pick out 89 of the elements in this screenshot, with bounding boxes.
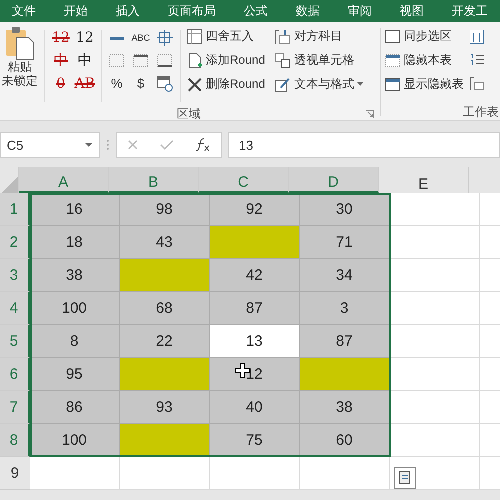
window-icon [385, 54, 401, 68]
row-header[interactable]: 9 [0, 457, 30, 490]
ribbon-button[interactable]: 透视单元格 [273, 50, 366, 71]
row-header[interactable]: 3 [0, 259, 30, 292]
table-cell: 95 [30, 358, 120, 391]
menu-tab[interactable]: 页面布局 [168, 2, 216, 20]
ribbon-button[interactable]: 添加Round [185, 50, 268, 71]
glyph-button[interactable]: 12 [49, 30, 73, 46]
menu-tab[interactable]: 数据 [296, 2, 320, 20]
caret-icon [85, 142, 93, 148]
row-header[interactable]: 2 [0, 226, 30, 259]
table-cell: 38 [300, 391, 390, 424]
column-header[interactable]: A [19, 167, 109, 193]
align-center-icon[interactable] [157, 30, 173, 46]
menu-tab[interactable]: 插入 [116, 2, 140, 20]
table-cell: 22 [120, 325, 210, 358]
checkbox-icon [385, 30, 401, 44]
table-cell: 100 [30, 292, 120, 325]
name-box[interactable]: C5 [0, 132, 100, 158]
column-header[interactable]: C [199, 167, 289, 193]
table-cell: 40 [210, 391, 300, 424]
ribbon-button[interactable]: 隐藏本表 [383, 50, 466, 71]
table-cell: 16 [30, 193, 120, 226]
ribbon-button[interactable]: 文本与格式 [273, 74, 366, 95]
menu-tab[interactable]: 公式 [244, 2, 268, 20]
function-icon[interactable] [194, 138, 211, 152]
ribbon-button[interactable]: 同步选区 [383, 26, 466, 47]
table-cell: 42 [210, 259, 300, 292]
row-header[interactable]: 8 [0, 424, 30, 457]
table-cell: 13 [210, 325, 300, 358]
column-header[interactable]: B [109, 167, 199, 193]
glyph-button[interactable]: 12 [73, 30, 97, 46]
ribbon-button[interactable]: 显示隐藏表 [383, 74, 466, 95]
table-cell: 68 [120, 292, 210, 325]
group-label: 工作表 [463, 105, 499, 119]
column-header[interactable]: D [289, 167, 379, 193]
table-cell: 43 [120, 226, 210, 259]
table-cell: 71 [300, 226, 390, 259]
menu-tab[interactable]: 开始 [64, 2, 88, 20]
glyph-button[interactable]: AB [73, 76, 97, 92]
row-header[interactable]: 1 [0, 193, 30, 226]
dialog-launcher-icon[interactable] [366, 110, 374, 118]
table-cell: 93 [120, 391, 210, 424]
glyph-button[interactable]: 中 [49, 52, 73, 70]
format-button[interactable]: ABC [132, 32, 150, 42]
calendar-clock-icon[interactable] [157, 76, 173, 92]
glyph-button[interactable]: 中 [73, 52, 97, 70]
table-cell: 30 [300, 193, 390, 226]
ribbon-button[interactable]: 对方科目 [273, 26, 366, 47]
group-label: 区域 [177, 107, 201, 121]
pencil-table-icon [275, 76, 292, 92]
ribbon-button[interactable]: 四舍五入 [185, 26, 268, 47]
format-button[interactable]: % [111, 76, 123, 91]
table-cell: 34 [300, 259, 390, 292]
table-cell: 18 [30, 226, 120, 259]
table-cell: 60 [300, 424, 390, 457]
table-cell: 100 [30, 424, 120, 457]
row-header[interactable]: 7 [0, 391, 30, 424]
format-button[interactable]: $ [137, 76, 145, 91]
table-cell: 38 [30, 259, 120, 292]
paste-options-icon[interactable] [394, 467, 416, 489]
formula-input[interactable]: 13 [228, 132, 500, 158]
delete-icon [187, 76, 203, 92]
table-cell: 98 [120, 193, 210, 226]
table-cell: 8 [30, 325, 120, 358]
ribbon-button[interactable]: 删除Round [185, 74, 268, 95]
grip-icon [106, 139, 110, 151]
menu-tab[interactable]: 视图 [400, 2, 424, 20]
table-cell: 87 [300, 325, 390, 358]
row-header[interactable]: 6 [0, 358, 30, 391]
table-cell: 87 [210, 292, 300, 325]
row-header[interactable]: 5 [0, 325, 30, 358]
glyph-button[interactable]: 0 [49, 76, 73, 92]
check-icon[interactable] [160, 139, 174, 151]
menu-tab[interactable]: 审阅 [348, 2, 372, 20]
table-cell: 3 [300, 292, 390, 325]
grid-icon[interactable] [157, 52, 173, 68]
window-icon [385, 78, 401, 92]
clipboard-icon [5, 26, 35, 60]
grid-icon[interactable] [133, 52, 149, 68]
table-cell: 86 [30, 391, 120, 424]
paste-button[interactable]: 粘贴 未锁定 [0, 26, 40, 106]
row-header[interactable]: 4 [0, 292, 30, 325]
numbered-list-icon[interactable] [470, 53, 484, 67]
table-cell: 75 [210, 424, 300, 457]
menu-tab[interactable]: 开发工 [452, 2, 488, 20]
table-cell: 92 [210, 193, 300, 226]
menu-tab[interactable]: 文件 [12, 2, 36, 20]
add-page-icon [187, 52, 203, 68]
